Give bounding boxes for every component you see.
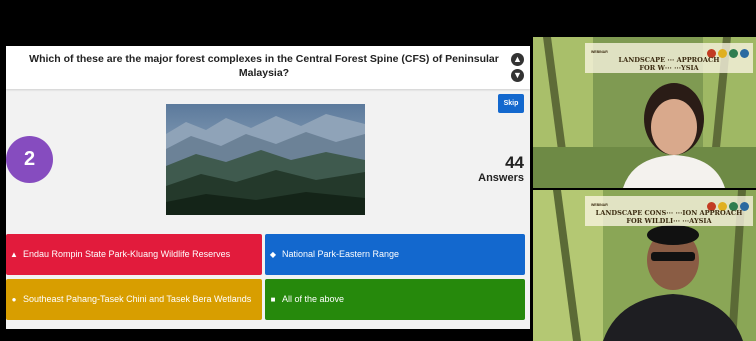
circle-icon: ● — [11, 295, 17, 304]
answer-option-4[interactable]: ■ All of the above — [265, 279, 525, 320]
webinar-banner: WEBINAR LANDSCAPE CONS··· ···ION APPROAC… — [585, 196, 753, 226]
answer-option-1[interactable]: ▲ Endau Rompin State Park-Kluang Wildlif… — [6, 234, 262, 275]
triangle-icon: ▲ — [10, 250, 18, 259]
answer-label: Southeast Pahang-Tasek Chini and Tasek B… — [23, 294, 252, 304]
chevron-down-icon[interactable]: ▼ — [511, 69, 524, 82]
banner-title-line-1: LANDSCAPE CONS··· ···ION APPROACH — [595, 209, 743, 217]
banner-title-line-2: FOR W··· ···YSIA — [639, 64, 699, 72]
banner-small-label: WEBINAR — [591, 50, 608, 54]
banner-title-line-1: LANDSCAPE ··· APPROACH — [618, 56, 720, 64]
diamond-icon: ◆ — [269, 250, 277, 259]
participant-video-1[interactable]: WEBINAR LANDSCAPE ··· APPROACH FOR W··· … — [533, 37, 756, 188]
answers-count: 44 — [505, 153, 524, 172]
banner-small-label: WEBINAR — [591, 203, 608, 207]
answers-label: Answers — [478, 172, 524, 184]
question-image — [166, 104, 365, 215]
webinar-banner: WEBINAR LANDSCAPE ··· APPROACH FOR W··· … — [585, 43, 753, 73]
question-bar: Which of these are the major forest comp… — [6, 46, 530, 89]
answer-option-2[interactable]: ◆ National Park-Eastern Range — [265, 234, 525, 275]
chevron-up-icon[interactable]: ▲ — [511, 53, 524, 66]
square-icon: ■ — [270, 295, 276, 304]
question-text: Which of these are the major forest comp… — [29, 53, 499, 79]
banner-title-line-2: FOR WILDLI··· ···AYSIA — [626, 217, 712, 225]
timer-badge: 2 — [6, 136, 53, 183]
skip-button[interactable]: Skip — [498, 94, 524, 113]
answer-label: National Park-Eastern Range — [282, 249, 400, 259]
answer-label: All of the above — [282, 294, 345, 304]
quiz-panel: Which of these are the major forest comp… — [6, 46, 530, 329]
answer-option-3[interactable]: ● Southeast Pahang-Tasek Chini and Tasek… — [6, 279, 262, 320]
participant-video-2[interactable]: WEBINAR LANDSCAPE CONS··· ···ION APPROAC… — [533, 190, 756, 341]
answer-label: Endau Rompin State Park-Kluang Wildlife … — [23, 249, 231, 259]
